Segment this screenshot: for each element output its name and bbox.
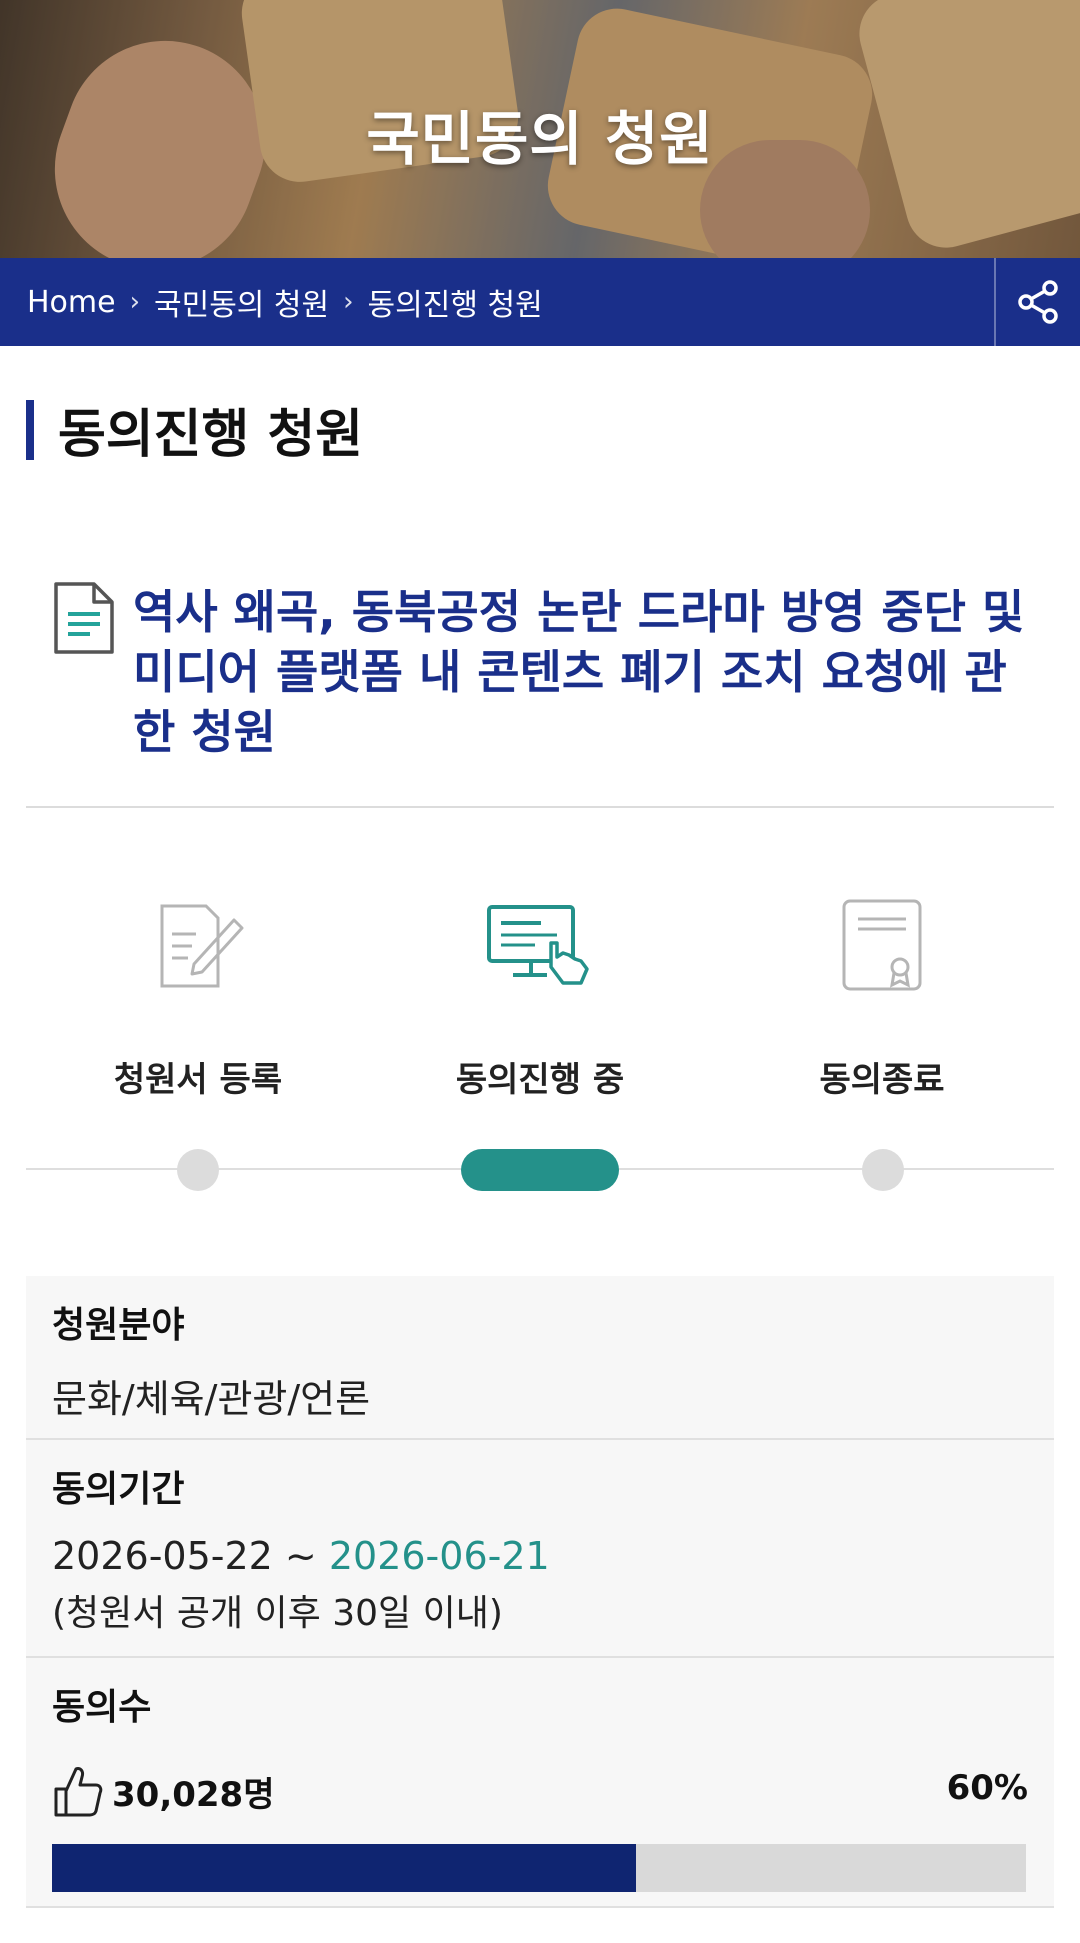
hero-title: 국민동의 청원 [366,105,714,173]
breadcrumb: Home › 국민동의 청원 › 동의진행 청원 [27,258,543,346]
period-start: 2026-05-22 [52,1534,273,1578]
document-icon [52,580,116,660]
certificate-icon [842,899,922,991]
agree-count: 30,028명 [52,1763,274,1819]
computer-click-icon [487,905,589,985]
step-finished: 동의종료 [752,890,1012,1101]
agree-progress-bar [52,1844,1026,1892]
field-label: 청원분야 [52,1305,185,1346]
chevron-right-icon: › [129,287,140,317]
period-end: 2026-06-21 [328,1534,550,1578]
info-row-agree: 동의수 30,028명 60% [26,1658,1054,1908]
share-button[interactable] [994,258,1080,346]
page-heading: 동의진행 청원 [26,392,363,467]
step-in-progress: 동의진행 중 [410,890,670,1101]
petition-info-table: 청원분야 문화/체육/관광/언론 동의기간 2026-05-22 ~ 2026-… [26,1276,1054,1908]
chevron-right-icon: › [343,287,354,317]
petition-title: 역사 왜곡, 동북공정 논란 드라마 방영 중단 및 미디어 플랫폼 내 콘텐츠… [133,585,1025,759]
period-note: (청원서 공개 이후 30일 이내) [52,1593,503,1634]
agree-count-value: 30,028명 [112,1774,275,1815]
share-icon [1018,280,1058,324]
divider [26,806,1054,808]
step-label: 동의진행 중 [455,1060,625,1100]
agree-percent: 60% [946,1768,1028,1808]
breadcrumb-home[interactable]: Home [27,285,116,320]
step-label: 동의종료 [819,1060,945,1100]
info-row-period: 동의기간 2026-05-22 ~ 2026-06-21 (청원서 공개 이후 … [26,1440,1054,1658]
period-range: 2026-05-22 ~ 2026-06-21 [52,1534,1028,1578]
breadcrumb-petitions[interactable]: 국민동의 청원 [154,280,329,324]
field-value: 문화/체육/관광/언론 [52,1377,371,1421]
step-label: 청원서 등록 [113,1060,283,1100]
hero-banner: 국민동의 청원 [0,0,1080,258]
heading-accent-bar [26,399,34,460]
step-registration: 청원서 등록 [68,890,328,1101]
agree-progress-fill [52,1844,637,1892]
page-title: 동의진행 청원 [58,405,364,465]
step-indicator-active [461,1149,619,1191]
document-edit-icon [160,904,244,988]
breadcrumb-bar: Home › 국민동의 청원 › 동의진행 청원 [0,258,1080,346]
agree-label: 동의수 [52,1687,152,1728]
step-dot-registration [177,1149,219,1191]
info-row-field: 청원분야 문화/체육/관광/언론 [26,1276,1054,1440]
breadcrumb-current[interactable]: 동의진행 청원 [368,280,543,324]
period-label: 동의기간 [52,1469,185,1510]
period-separator: ~ [272,1534,329,1578]
thumbs-up-icon [54,1767,103,1817]
step-dot-finished [862,1149,904,1191]
